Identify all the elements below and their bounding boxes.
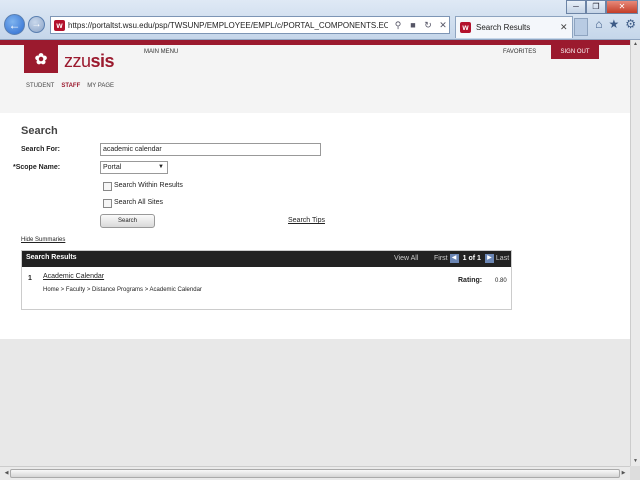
refresh-icon[interactable]: ↻ <box>422 20 434 31</box>
search-all-sites-checkbox[interactable] <box>103 199 112 208</box>
address-bar[interactable]: w https://portaltst.wsu.edu/psp/TWSUNP/E… <box>50 16 450 34</box>
hide-summaries-link[interactable]: Hide Summaries <box>21 237 65 243</box>
chevron-down-icon: ▼ <box>158 164 164 170</box>
prev-arrow-icon[interactable]: ◀ <box>449 254 459 263</box>
results-header: Search Results View All First ◀ 1 of 1 ▶… <box>22 251 511 267</box>
search-results-grid: Search Results View All First ◀ 1 of 1 ▶… <box>21 250 512 310</box>
scrollbar-thumb[interactable] <box>10 469 620 478</box>
scrollbar-corner <box>630 466 640 480</box>
search-for-label: Search For: <box>21 146 60 153</box>
logo-zzu: zzu <box>64 51 91 71</box>
results-header-title: Search Results <box>26 254 77 261</box>
window-controls: ─ ❐ ✕ <box>566 0 638 14</box>
search-within-results-checkbox[interactable] <box>103 182 112 191</box>
search-all-sites-label: Search All Sites <box>114 199 164 206</box>
scroll-right-icon[interactable]: ▶ <box>619 469 628 478</box>
minimize-button[interactable]: ─ <box>566 0 586 14</box>
browser-tab[interactable]: w Search Results ✕ <box>455 16 573 38</box>
first-link[interactable]: First <box>434 255 448 262</box>
search-within-results-label: Search Within Results <box>114 182 183 189</box>
search-content: Search Search For: academic calendar *Sc… <box>0 113 630 339</box>
new-tab-button[interactable] <box>574 18 588 36</box>
star-icon[interactable]: ★ <box>608 17 619 31</box>
tab-title: Search Results <box>476 23 531 32</box>
result-number: 1 <box>28 275 32 282</box>
scope-name-label: *Scope Name: <box>13 164 61 171</box>
vertical-scrollbar[interactable]: ▲ ▼ <box>630 40 640 466</box>
close-icon[interactable]: ✕ <box>437 20 449 31</box>
page-count: 1 of 1 <box>462 255 481 262</box>
rating-label: Rating: <box>458 277 483 284</box>
search-button[interactable]: Search <box>100 214 155 228</box>
lock-icon[interactable]: ■ <box>407 20 419 31</box>
horizontal-scrollbar[interactable]: ◀ ▶ <box>0 466 630 480</box>
search-input[interactable]: academic calendar <box>100 143 321 156</box>
tab-my-page[interactable]: MY PAGE <box>87 83 114 89</box>
last-link[interactable]: Last <box>496 255 509 262</box>
nav-tabs: STUDENT STAFF MY PAGE <box>26 83 114 89</box>
scope-select-value: Portal <box>103 164 122 171</box>
browser-chrome: ─ ❐ ✕ ← → w https://portaltst.wsu.edu/ps… <box>0 0 640 40</box>
portal-header: ✿ zzusis MAIN MENU FAVORITES SIGN OUT ST… <box>0 45 630 113</box>
tab-close-icon[interactable]: ✕ <box>560 22 568 33</box>
favorites-link[interactable]: FAVORITES <box>503 49 536 55</box>
restore-button[interactable]: ❐ <box>586 0 606 14</box>
rating-value: 0.80 <box>495 278 507 284</box>
main-menu-link[interactable]: MAIN MENU <box>144 49 178 55</box>
home-icon[interactable]: ⌂ <box>595 17 602 31</box>
scroll-up-icon[interactable]: ▲ <box>631 40 640 49</box>
sign-out-button[interactable]: SIGN OUT <box>551 45 599 59</box>
site-favicon-icon: w <box>54 19 65 31</box>
view-all-link[interactable]: View All <box>394 255 418 262</box>
search-icon[interactable]: ⚲ <box>392 20 404 31</box>
logo-sis: sis <box>90 51 115 71</box>
url-text[interactable]: https://portaltst.wsu.edu/psp/TWSUNP/EMP… <box>68 21 388 30</box>
zzusis-logo[interactable]: zzusis <box>64 51 115 72</box>
page-title: Search <box>21 125 58 137</box>
next-arrow-icon[interactable]: ▶ <box>484 254 494 263</box>
tab-favicon-icon: w <box>460 22 471 33</box>
back-button[interactable]: ← <box>4 14 25 35</box>
scope-select[interactable]: Portal ▼ <box>100 161 168 174</box>
close-window-button[interactable]: ✕ <box>606 0 638 14</box>
scroll-down-icon[interactable]: ▼ <box>631 457 640 466</box>
result-title-link[interactable]: Academic Calendar <box>43 273 104 280</box>
tab-student[interactable]: STUDENT <box>26 83 54 89</box>
wsu-logo-icon[interactable]: ✿ <box>24 45 58 73</box>
search-tips-link[interactable]: Search Tips <box>288 217 325 224</box>
result-path: Home > Faculty > Distance Programs > Aca… <box>43 287 202 293</box>
page-viewport: ✿ zzusis MAIN MENU FAVORITES SIGN OUT ST… <box>0 40 630 466</box>
tab-staff[interactable]: STAFF <box>61 83 80 89</box>
forward-button[interactable]: → <box>28 16 45 33</box>
pager: First ◀ 1 of 1 ▶ Last <box>434 254 509 263</box>
gear-icon[interactable]: ⚙ <box>625 17 636 31</box>
